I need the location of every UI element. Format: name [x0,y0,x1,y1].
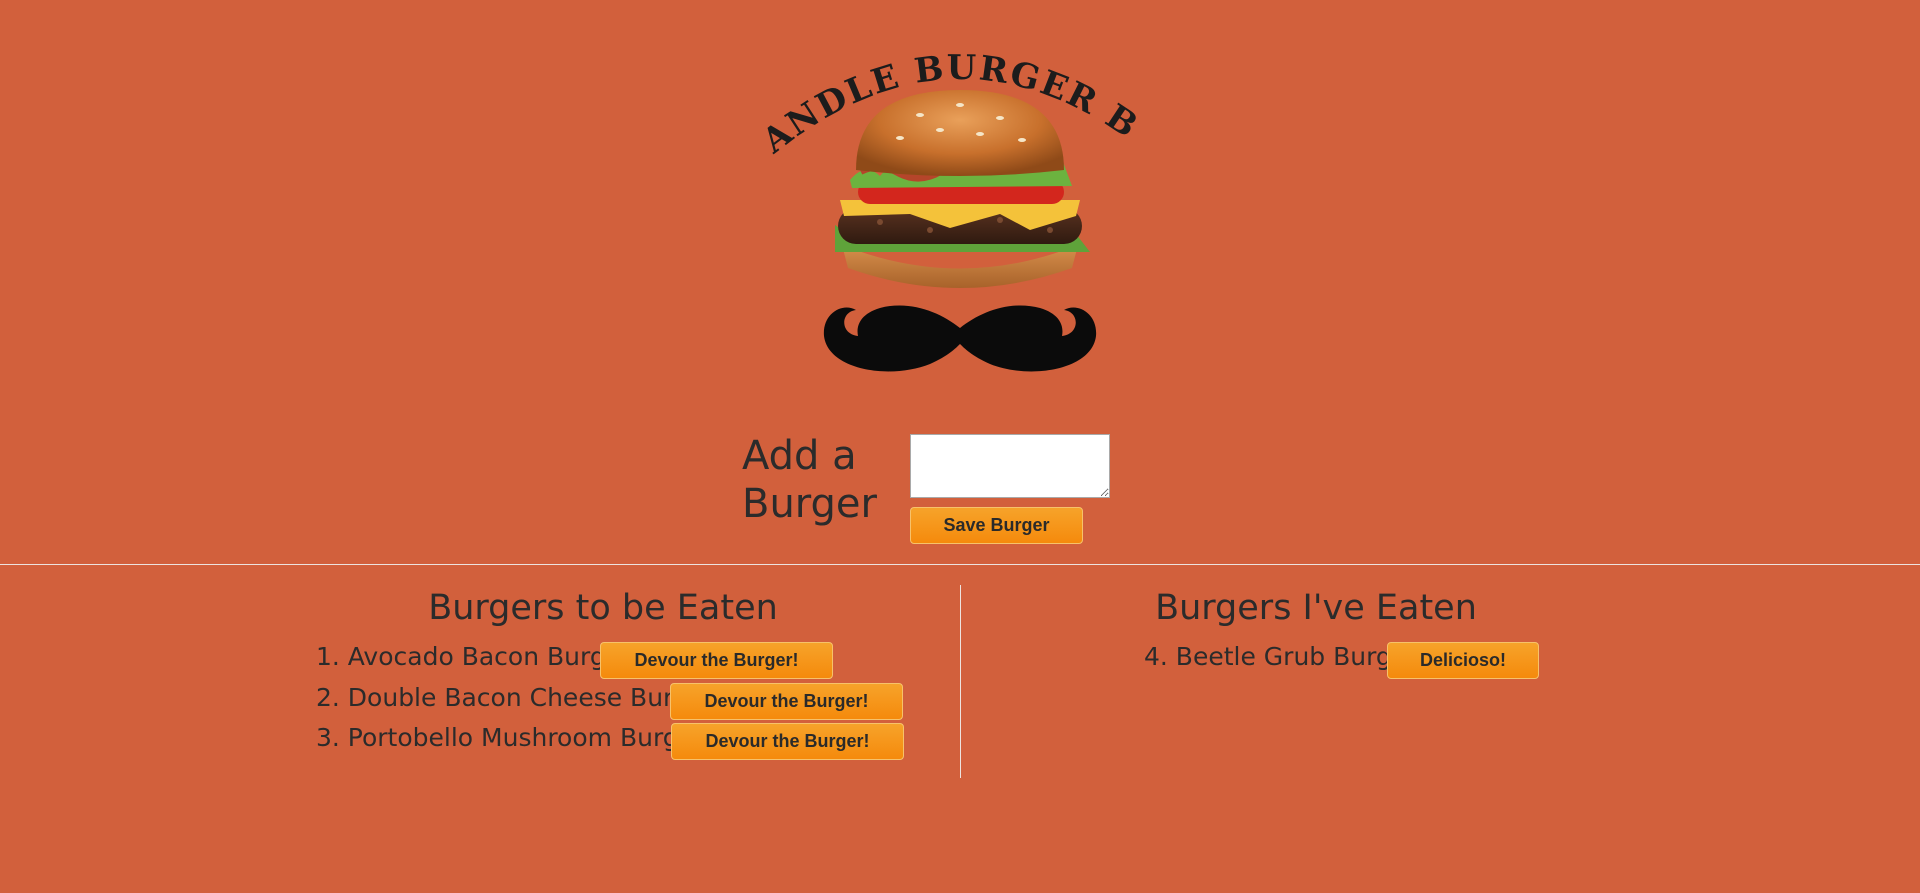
devour-button[interactable]: Devour the Burger! [600,642,833,679]
burger-item-text: 3. Portobello Mushroom Burger [316,723,705,752]
burger-item-text: 1. Avocado Bacon Burger [316,642,632,671]
burger-item-text: 4. Beetle Grub Burger [1144,642,1418,671]
page: HANDLE BURGER BAR [0,0,1920,893]
burgers-to-eat-heading: Burgers to be Eaten [428,588,778,628]
handle-burger-bar-logo: HANDLE BURGER BAR [760,30,1144,372]
devour-button[interactable]: Devour the Burger! [670,683,903,720]
save-burger-button[interactable]: Save Burger [910,507,1083,544]
list-item: 3. Portobello Mushroom Burger [316,722,704,754]
burger-item-text: 2. Double Bacon Cheese Burger [316,683,715,712]
vertical-divider [960,585,961,778]
list-item: 1. Avocado Bacon Burger [316,641,631,673]
mustache-icon [823,305,1097,372]
add-burger-label-text: Add a Burger [742,433,877,527]
devour-button[interactable]: Devour the Burger! [671,723,904,760]
burger-name-input[interactable] [910,434,1110,498]
horizontal-divider [0,564,1920,565]
burger-illustration [835,90,1090,288]
list-item: 2. Double Bacon Cheese Burger [316,682,714,714]
list-item: 4. Beetle Grub Burger [1144,641,1417,673]
burgers-eaten-heading: Burgers I've Eaten [1155,588,1477,628]
add-burger-label: Add a Burger [742,432,892,528]
delicioso-button[interactable]: Delicioso! [1387,642,1539,679]
